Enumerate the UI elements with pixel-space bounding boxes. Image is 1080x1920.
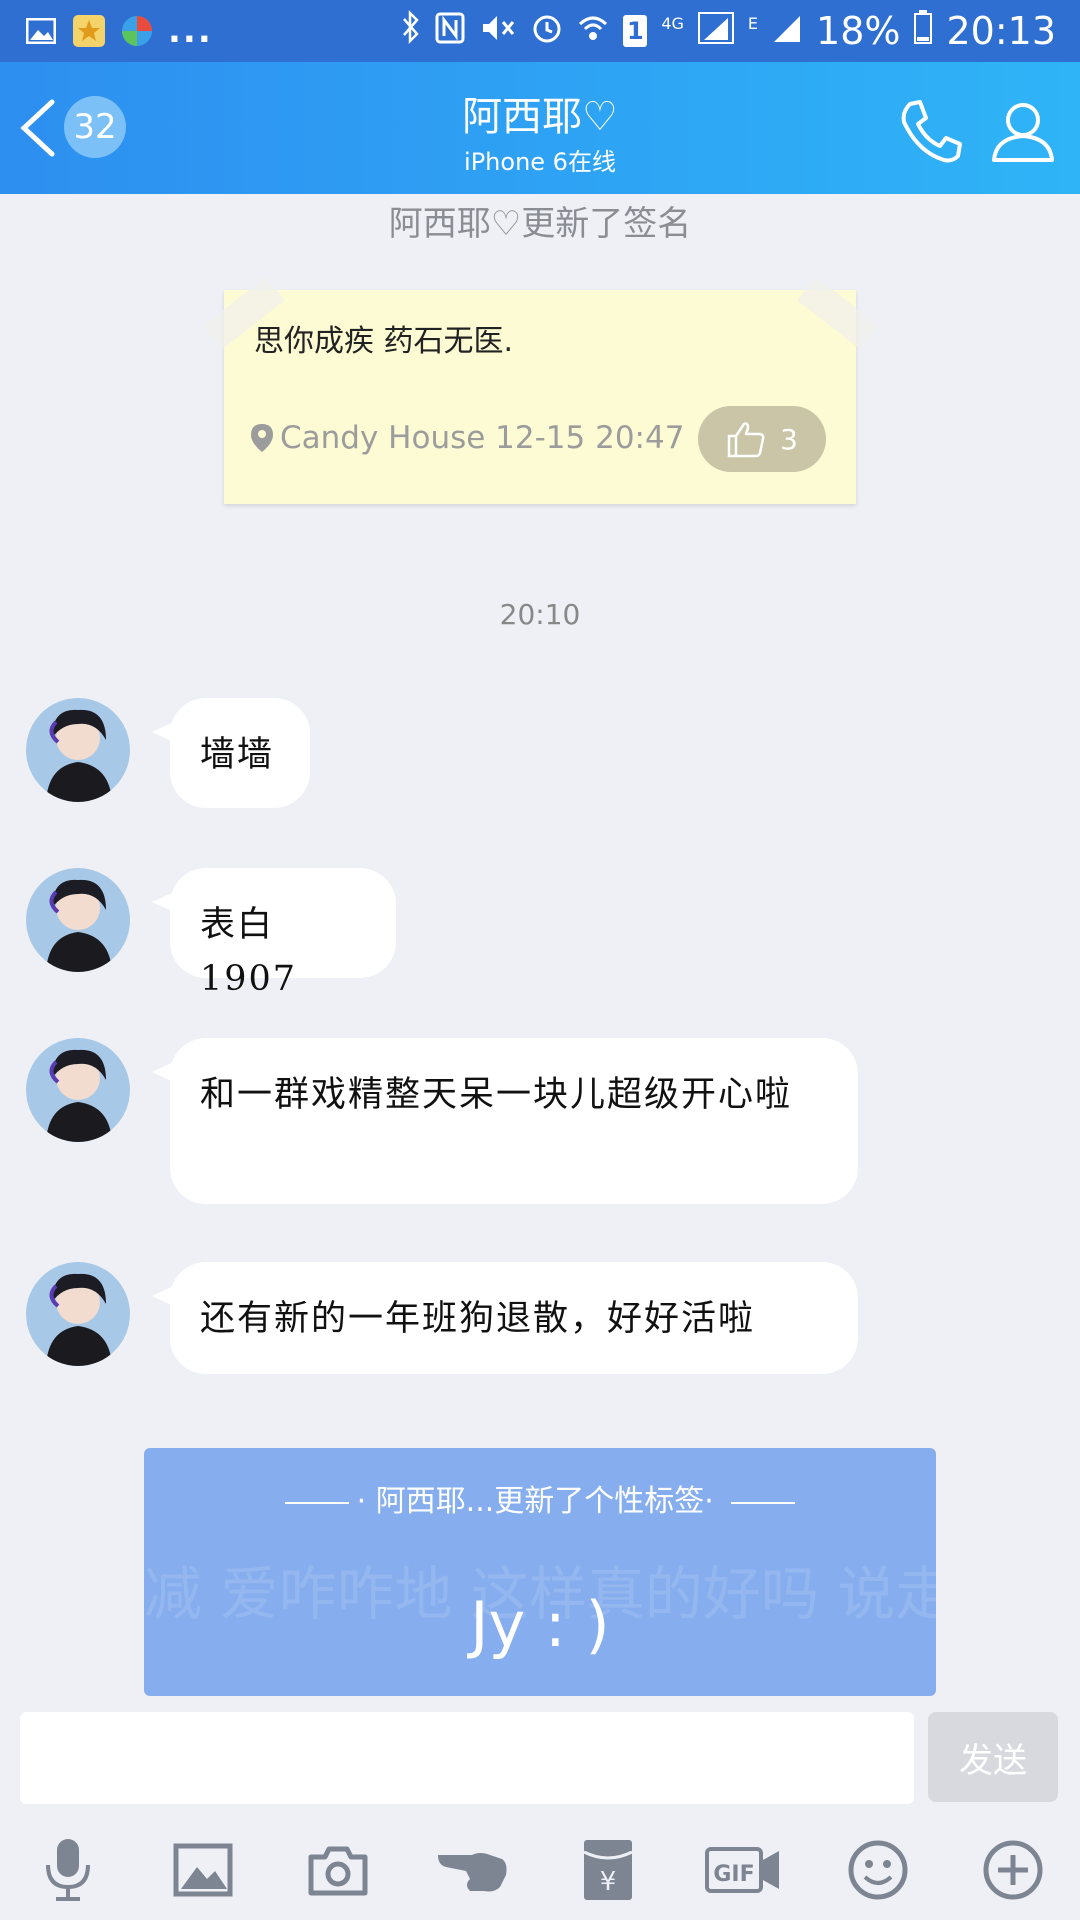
tape-decoration bbox=[797, 276, 879, 350]
mic-icon[interactable] bbox=[28, 1830, 108, 1910]
bluetooth-icon bbox=[401, 9, 421, 53]
message-bubble[interactable]: 和一群戏精整天呆一块儿超级开心啦 bbox=[152, 1038, 858, 1204]
emoji-icon[interactable] bbox=[838, 1830, 918, 1910]
location-pin-icon bbox=[251, 424, 273, 452]
mute-icon bbox=[479, 9, 517, 53]
signal-icon bbox=[697, 9, 734, 53]
image-icon[interactable] bbox=[163, 1830, 243, 1910]
signature-text: 思你成疾 药石无医. bbox=[254, 324, 514, 359]
chat-header: 32 阿西耶♡ iPhone 6在线 bbox=[0, 62, 1080, 194]
message-bubble[interactable]: 表白1907 bbox=[152, 868, 396, 999]
personal-tag-card[interactable]: 减 爱咋咋地 这样真的好吗 说走就走的旅行 没错 正能量 哦 肥 不成熟的小建 … bbox=[144, 1448, 936, 1696]
browser-notification-icon bbox=[120, 14, 154, 48]
divider bbox=[731, 1501, 796, 1504]
star-app-notification-icon bbox=[72, 14, 106, 48]
camera-icon[interactable] bbox=[298, 1830, 378, 1910]
tag-card-title: · 阿西耶...更新了个性标签· bbox=[144, 1476, 936, 1520]
like-count: 3 bbox=[780, 422, 798, 456]
tag-card-title-text: 阿西耶...更新了个性标签 bbox=[375, 1484, 705, 1519]
avatar[interactable] bbox=[26, 868, 130, 972]
wifi-icon bbox=[577, 9, 609, 53]
gallery-notification-icon bbox=[24, 14, 58, 48]
gif-icon[interactable]: GIF bbox=[703, 1830, 783, 1910]
network-e-label: E bbox=[747, 14, 759, 33]
alarm-icon bbox=[531, 9, 563, 53]
avatar[interactable] bbox=[26, 1262, 130, 1366]
divider bbox=[284, 1501, 349, 1504]
gif-label: GIF bbox=[713, 1862, 754, 1887]
phone-call-button[interactable] bbox=[896, 96, 966, 166]
input-bar: 发送 bbox=[0, 1710, 1080, 1806]
chat-toolbar: ¥ GIF bbox=[0, 1820, 1080, 1920]
avatar[interactable] bbox=[26, 698, 130, 802]
more-notifications: ... bbox=[168, 11, 213, 51]
profile-button[interactable] bbox=[988, 96, 1058, 166]
battery-icon bbox=[914, 9, 933, 53]
thumbs-up-icon bbox=[727, 422, 765, 458]
message-timestamp: 20:10 bbox=[499, 598, 581, 631]
avatar[interactable] bbox=[26, 1038, 130, 1142]
location-time-text: Candy House 12-15 20:47 bbox=[280, 420, 685, 456]
red-packet-icon[interactable]: ¥ bbox=[568, 1830, 648, 1910]
send-button[interactable]: 发送 bbox=[928, 1712, 1058, 1802]
location-line: Candy House 12-15 20:47 bbox=[250, 420, 684, 456]
message-input[interactable] bbox=[20, 1712, 914, 1804]
svg-text:¥: ¥ bbox=[599, 1867, 616, 1897]
plus-icon[interactable] bbox=[973, 1830, 1053, 1910]
battery-percent: 18% bbox=[816, 9, 901, 53]
signature-update-notice: 阿西耶♡更新了签名 bbox=[388, 204, 692, 244]
clock: 20:13 bbox=[946, 9, 1056, 53]
tag-text: Jy : ) bbox=[470, 1588, 610, 1661]
message-bubble[interactable]: 还有新的一年班狗退散，好好活啦 bbox=[152, 1262, 858, 1374]
sim-indicator: 1 bbox=[623, 15, 648, 47]
status-bar: ... 1 4G E 18% 20:13 bbox=[0, 0, 1080, 62]
poke-icon[interactable] bbox=[433, 1830, 513, 1910]
nfc-icon bbox=[435, 9, 465, 53]
message-bubble[interactable]: 墙墙 bbox=[152, 698, 310, 808]
network-4g-label: 4G bbox=[661, 14, 684, 33]
signature-note-card[interactable]: 思你成疾 药石无医. Candy House 12-15 20:47 3 bbox=[203, 276, 879, 504]
signal-icon-2 bbox=[772, 9, 802, 53]
like-button[interactable]: 3 bbox=[698, 406, 826, 472]
